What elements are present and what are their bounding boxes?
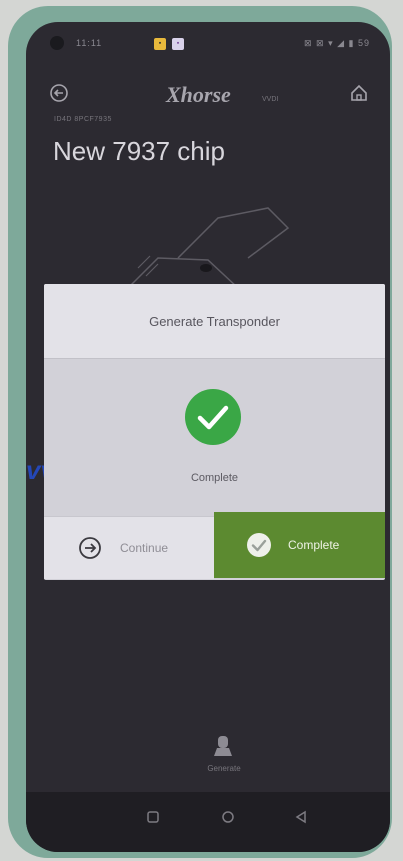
home-icon[interactable] <box>348 82 370 104</box>
brand-logo-sub: VVDI <box>262 96 279 103</box>
dialog-title: Generate Transponder <box>149 314 280 329</box>
complete-button[interactable]: Complete <box>214 512 385 578</box>
continue-button[interactable]: Continue <box>44 516 214 579</box>
back-nav-icon[interactable] <box>294 810 308 824</box>
success-check-icon <box>185 389 241 445</box>
back-arrow-icon[interactable] <box>48 82 70 104</box>
complete-label: Complete <box>288 538 340 552</box>
app-bar: Xhorse VVDI <box>26 78 390 114</box>
home-nav-icon[interactable] <box>221 810 235 824</box>
check-circle-icon <box>247 533 271 557</box>
status-bar: 11:11 ▪ ▪ ⊠ ⊠ ▾ ◢ ▮ 59 <box>26 22 390 64</box>
camera-cutout <box>50 36 64 50</box>
system-nav-bar <box>26 792 390 852</box>
status-time: 11:11 <box>76 38 103 48</box>
recents-icon[interactable] <box>146 810 160 824</box>
page-title: New 7937 chip <box>53 136 225 166</box>
generate-button[interactable]: Generate <box>194 734 254 784</box>
dialog-header: Generate Transponder <box>44 284 385 359</box>
brand-logo: Xhorse <box>166 82 231 107</box>
dialog-status: Complete <box>190 472 239 484</box>
chip-type-label: ID4D 8PCF7935 <box>54 116 112 123</box>
generate-icon <box>214 736 232 756</box>
notification-icon: ▪ <box>172 38 184 50</box>
notification-icon: ▪ <box>154 38 166 50</box>
generate-label: Generate <box>207 764 241 773</box>
arrow-right-circle-icon <box>79 537 101 559</box>
status-icons: ⊠ ⊠ ▾ ◢ ▮ 59 <box>304 38 370 48</box>
continue-label: Continue <box>120 541 169 555</box>
generate-transponder-dialog: Generate Transponder Complete Continue C… <box>44 284 385 580</box>
